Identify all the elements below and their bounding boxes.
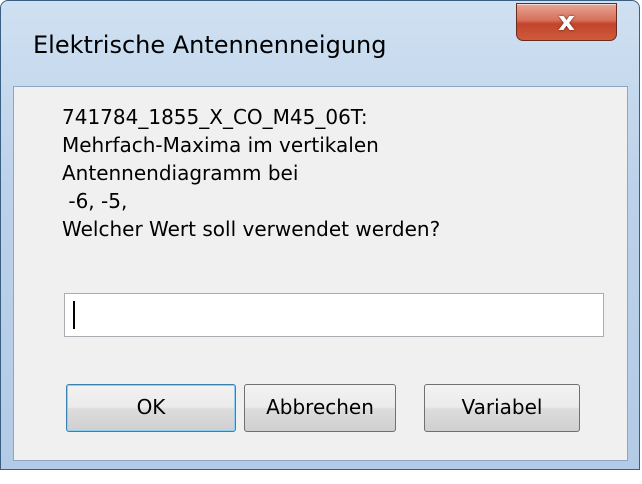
close-icon: x	[558, 7, 575, 37]
dialog-client-area: 741784_1855_X_CO_M45_06T: Mehrfach-Maxim…	[13, 86, 628, 461]
variable-button[interactable]: Variabel	[424, 384, 580, 432]
ok-button[interactable]: OK	[66, 384, 236, 432]
value-input[interactable]	[64, 293, 604, 337]
title-bar[interactable]: Elektrische Antennenneigung x	[1, 1, 639, 85]
close-button[interactable]: x	[516, 3, 617, 41]
window-title: Elektrische Antennenneigung	[33, 31, 387, 59]
dialog-window: Elektrische Antennenneigung x 741784_185…	[0, 0, 640, 470]
cancel-button[interactable]: Abbrechen	[244, 384, 396, 432]
text-caret	[73, 301, 75, 329]
prompt-message: 741784_1855_X_CO_M45_06T: Mehrfach-Maxim…	[62, 105, 441, 241]
